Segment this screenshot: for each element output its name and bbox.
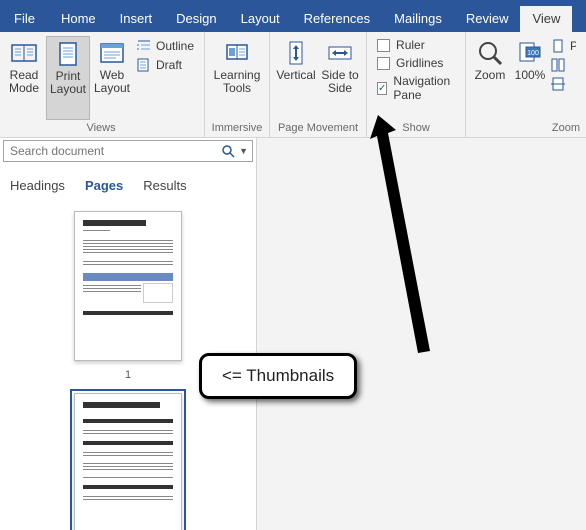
ribbon-tabs: File Home Insert Design Layout Reference… — [0, 6, 586, 32]
nav-tab-pages[interactable]: Pages — [85, 178, 123, 193]
nav-tab-results[interactable]: Results — [143, 178, 186, 193]
tab-mailings[interactable]: Mailings — [382, 6, 454, 32]
search-input[interactable] — [4, 144, 217, 158]
search-icon[interactable] — [221, 144, 235, 158]
zoom-100-button[interactable]: 100 100% — [510, 36, 550, 120]
tab-references[interactable]: References — [292, 6, 382, 32]
nav-tabs: Headings Pages Results — [0, 166, 256, 203]
ruler-label: Ruler — [396, 38, 425, 52]
learning-tools-icon — [223, 39, 251, 67]
thumbnail-item[interactable] — [0, 393, 256, 530]
zoom-label: Zoom — [475, 69, 506, 82]
chevron-down-icon[interactable]: ▼ — [239, 146, 248, 156]
page-number: 1 — [125, 369, 131, 381]
one-page-button[interactable]: P — [550, 38, 576, 54]
navigation-pane-checkbox[interactable]: ✓ Navigation Pane — [377, 74, 453, 102]
ruler-checkbox[interactable]: Ruler — [377, 38, 453, 52]
outline-button[interactable]: Outline — [136, 38, 194, 54]
annotation-callout: <= Thumbnails — [199, 353, 357, 399]
gridlines-checkbox[interactable]: Gridlines — [377, 56, 453, 70]
nav-tab-headings[interactable]: Headings — [10, 178, 65, 193]
tab-file[interactable]: File — [0, 6, 49, 32]
draft-button[interactable]: Draft — [136, 57, 194, 73]
tab-view[interactable]: View — [520, 6, 572, 32]
group-show: Ruler Gridlines ✓ Navigation Pane Show — [367, 32, 466, 137]
partial-label: P — [570, 39, 576, 53]
web-layout-label: Web Layout — [92, 69, 132, 95]
multi-page-button[interactable] — [550, 57, 576, 73]
learning-tools-button[interactable]: Learning Tools — [209, 36, 265, 120]
zoom-group-label: Zoom — [470, 120, 582, 137]
checkbox-checked-icon: ✓ — [377, 82, 387, 95]
tab-home[interactable]: Home — [49, 6, 108, 32]
show-group-label: Show — [371, 120, 461, 137]
vertical-icon — [282, 39, 310, 67]
outline-label: Outline — [156, 39, 194, 53]
side-to-side-button[interactable]: Side to Side — [318, 36, 362, 120]
print-layout-button[interactable]: Print Layout — [46, 36, 90, 120]
zoom-100-label: 100% — [515, 69, 546, 82]
navigation-pane: ▼ Headings Pages Results — [0, 138, 257, 530]
svg-text:100: 100 — [527, 50, 539, 57]
one-page-icon — [550, 38, 566, 54]
document-area[interactable] — [257, 138, 586, 530]
checkbox-icon — [377, 39, 390, 52]
side-to-side-label: Side to Side — [320, 69, 360, 95]
group-views: Read Mode Print Layout Web Layout — [0, 32, 205, 137]
side-to-side-icon — [326, 39, 354, 67]
outline-icon — [136, 38, 152, 54]
page-thumbnail[interactable] — [74, 393, 182, 530]
learning-tools-label: Learning Tools — [211, 69, 263, 95]
zoom-button[interactable]: Zoom — [470, 36, 510, 120]
zoom-100-icon: 100 — [516, 39, 544, 67]
immersive-group-label: Immersive — [209, 120, 265, 137]
page-width-button[interactable] — [550, 76, 576, 92]
tab-review[interactable]: Review — [454, 6, 521, 32]
magnifier-icon — [476, 39, 504, 67]
page-width-icon — [550, 76, 566, 92]
multi-page-icon — [550, 57, 566, 73]
search-box[interactable]: ▼ — [3, 140, 253, 162]
views-group-label: Views — [2, 120, 200, 137]
read-mode-label: Read Mode — [4, 69, 44, 95]
print-layout-icon — [54, 40, 82, 68]
ribbon: Read Mode Print Layout Web Layout — [0, 32, 586, 138]
tab-design[interactable]: Design — [164, 6, 228, 32]
read-mode-button[interactable]: Read Mode — [2, 36, 46, 120]
checkbox-icon — [377, 57, 390, 70]
draft-label: Draft — [156, 58, 182, 72]
vertical-label: Vertical — [276, 69, 315, 82]
print-layout-label: Print Layout — [49, 70, 87, 96]
tab-insert[interactable]: Insert — [108, 6, 165, 32]
vertical-button[interactable]: Vertical — [274, 36, 318, 120]
web-layout-icon — [98, 39, 126, 67]
gridlines-label: Gridlines — [396, 56, 443, 70]
group-immersive: Learning Tools Immersive — [205, 32, 270, 137]
page-thumbnail[interactable] — [74, 211, 182, 361]
read-mode-icon — [10, 39, 38, 67]
page-movement-group-label: Page Movement — [274, 120, 362, 137]
web-layout-button[interactable]: Web Layout — [90, 36, 134, 120]
draft-icon — [136, 57, 152, 73]
group-page-movement: Vertical Side to Side Page Movement — [270, 32, 367, 137]
tab-layout[interactable]: Layout — [229, 6, 292, 32]
navigation-pane-label: Navigation Pane — [393, 74, 453, 102]
group-zoom: Zoom 100 100% P Zoom — [466, 32, 586, 137]
